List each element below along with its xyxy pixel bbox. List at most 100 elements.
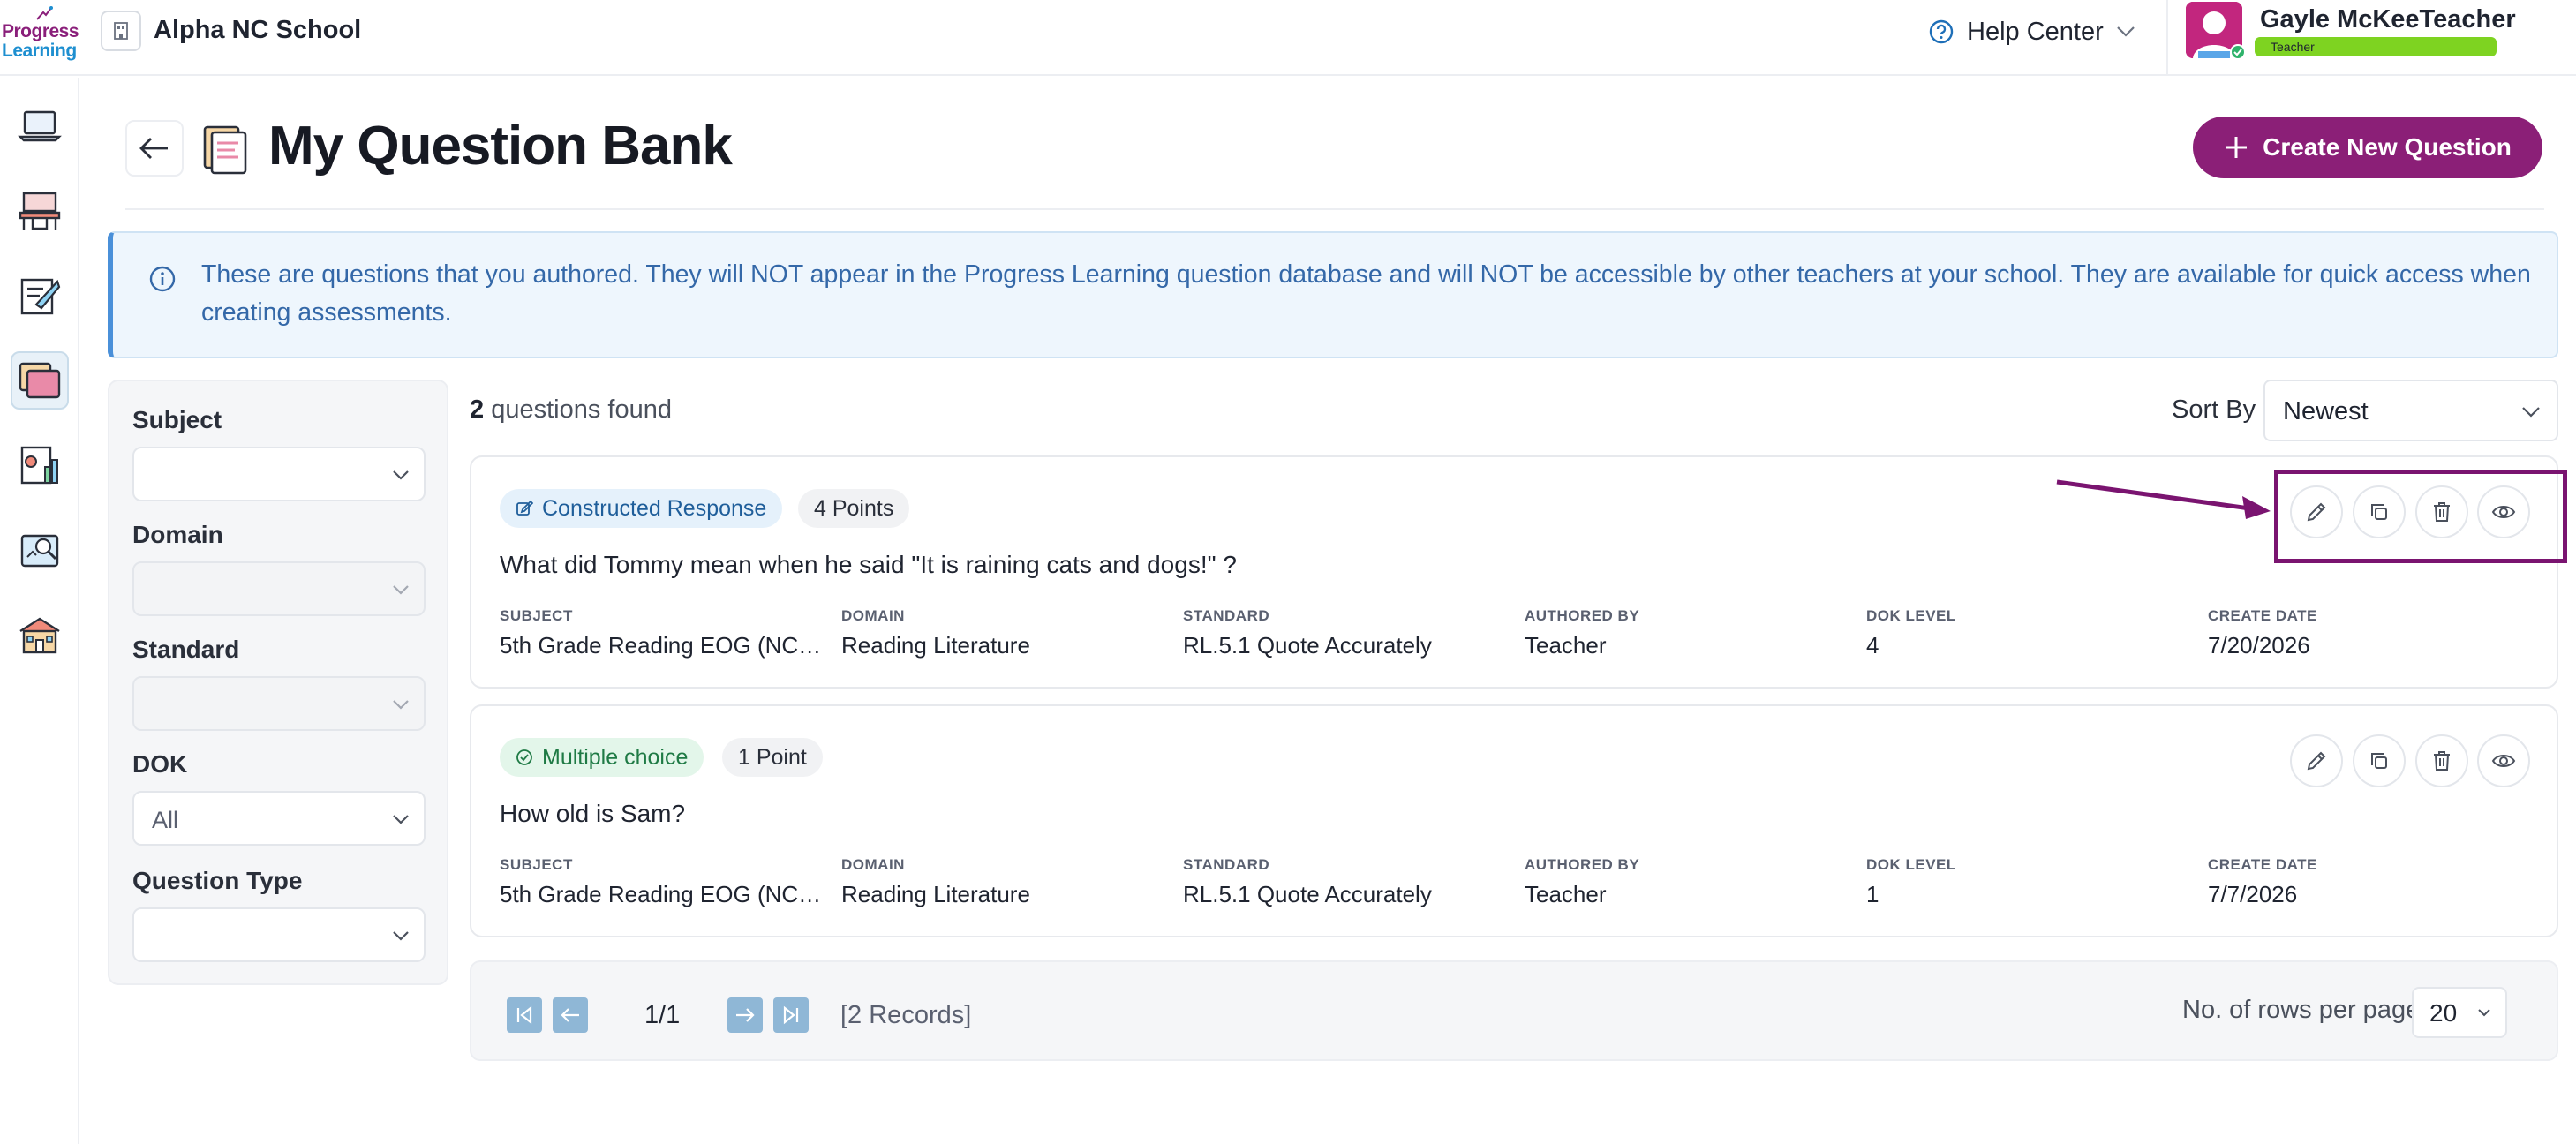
back-button[interactable] [125, 120, 184, 177]
progress-learning-logo[interactable]: Progress Learning [2, 5, 79, 61]
arrow-left-icon [139, 138, 168, 159]
meta-authored-by: AUTHORED BY Teacher [1525, 607, 1851, 659]
meta-subject: SUBJECT 5th Grade Reading EOG (NCS... [500, 607, 826, 659]
previous-page-button[interactable] [553, 997, 588, 1033]
pencil-icon [2307, 751, 2326, 771]
meta-standard-value: RL.5.1 Quote Accurately [1183, 881, 1432, 907]
create-new-question-button[interactable]: Create New Question [2193, 117, 2542, 178]
delete-button[interactable] [2415, 734, 2468, 787]
header-divider [125, 208, 2544, 210]
preview-button[interactable] [2477, 734, 2530, 787]
help-circle-icon [1929, 19, 1954, 44]
question-card[interactable]: Multiple choice 1 Point How old is Sam? … [470, 704, 2558, 937]
assignment-icon [20, 278, 61, 315]
chevron-down-icon [393, 470, 409, 480]
rows-per-page-value: 20 [2429, 999, 2458, 1027]
domain-select[interactable] [132, 561, 426, 616]
study-icon [20, 534, 59, 568]
meta-authored-by-value: Teacher [1525, 632, 1607, 659]
info-banner: These are questions that you authored. T… [108, 231, 2558, 358]
meta-standard: STANDARD RL.5.1 Quote Accurately [1183, 856, 1510, 908]
filter-panel: Subject Domain Standard DOK All Question… [108, 380, 448, 985]
rows-per-page-select[interactable]: 20 [2412, 987, 2507, 1038]
nav-question-bank[interactable] [11, 351, 69, 410]
rows-per-page-label: No. of rows per page [2182, 996, 2421, 1024]
nav-reports[interactable] [11, 436, 69, 494]
spark-icon [36, 6, 53, 20]
meta-domain-value: Reading Literature [841, 632, 1030, 659]
annotation-highlight-box [2274, 470, 2567, 563]
dok-label: DOK [132, 750, 188, 778]
standard-select[interactable] [132, 676, 426, 731]
chevron-down-icon [393, 815, 409, 824]
pagination-bar: 1/1 [2 Records] No. of rows per page 20 [470, 960, 2558, 1061]
question-type-label: Multiple choice [542, 744, 689, 770]
question-bank-icon [19, 362, 61, 399]
records-count: [2 Records] [840, 1001, 972, 1029]
meta-domain: DOMAIN Reading Literature [841, 607, 1168, 659]
nav-dashboard[interactable] [11, 97, 69, 155]
meta-subject-label: SUBJECT [500, 856, 573, 873]
school-switcher-button[interactable] [101, 11, 141, 51]
meta-authored-by-label: AUTHORED BY [1525, 607, 1640, 624]
points-tag: 1 Point [722, 738, 823, 777]
points-tag: 4 Points [798, 489, 910, 528]
info-banner-text: These are questions that you authored. T… [201, 260, 2531, 327]
meta-create-date: CREATE DATE 7/7/2026 [2208, 856, 2535, 908]
question-text: What did Tommy mean when he said "It is … [500, 551, 1237, 578]
meta-authored-by-label: AUTHORED BY [1525, 856, 1640, 873]
meta-authored-by-value: Teacher [1525, 881, 1607, 907]
user-name[interactable]: Gayle McKeeTeacher [2260, 5, 2516, 34]
meta-domain-label: DOMAIN [841, 607, 905, 624]
question-bank-header-icon [203, 125, 247, 175]
meta-subject-value: 5th Grade Reading EOG (NCS... [500, 632, 826, 659]
meta-domain-label: DOMAIN [841, 856, 905, 873]
subject-select[interactable] [132, 447, 426, 501]
duplicate-button[interactable] [2353, 734, 2406, 787]
next-page-button[interactable] [727, 997, 763, 1033]
last-page-icon [783, 1005, 799, 1025]
help-center-menu[interactable]: Help Center [1928, 14, 2135, 49]
meta-create-date-label: CREATE DATE [2208, 607, 2317, 624]
top-bar: Progress Learning Alpha NC School Help C… [0, 0, 2576, 76]
question-type-select[interactable] [132, 907, 426, 962]
edit-button[interactable] [2290, 734, 2343, 787]
check-circle-icon [516, 749, 532, 765]
online-status-icon [2230, 44, 2246, 60]
question-type-label: Constructed Response [542, 495, 767, 521]
meta-dok-level-label: DOK LEVEL [1866, 607, 1956, 624]
first-page-button[interactable] [507, 997, 542, 1033]
nav-classroom[interactable] [11, 182, 69, 240]
sort-select[interactable]: Newest [2263, 380, 2558, 441]
meta-dok-level-value: 1 [1866, 881, 1879, 907]
plus-icon [2226, 137, 2248, 158]
laptop-icon [18, 110, 62, 142]
question-type-tag: Multiple choice [500, 738, 704, 777]
nav-school[interactable] [11, 606, 69, 664]
annotation-arrow-icon [2056, 479, 2271, 519]
question-type-label: Question Type [132, 867, 303, 894]
meta-dok-level-label: DOK LEVEL [1866, 856, 1956, 873]
meta-dok-level: DOK LEVEL 4 [1866, 607, 2193, 659]
first-page-icon [516, 1005, 532, 1025]
logo-line-1: Progress [2, 21, 79, 41]
meta-authored-by: AUTHORED BY Teacher [1525, 856, 1851, 908]
question-type-tag: Constructed Response [500, 489, 783, 528]
arrow-left-icon [561, 1008, 579, 1022]
nav-study[interactable] [11, 521, 69, 579]
meta-domain: DOMAIN Reading Literature [841, 856, 1168, 908]
dok-select[interactable]: All [132, 791, 426, 846]
subject-label: Subject [132, 406, 222, 433]
chevron-down-icon [393, 700, 409, 710]
sort-select-value: Newest [2283, 397, 2369, 425]
eye-icon [2491, 755, 2516, 767]
meta-standard-value: RL.5.1 Quote Accurately [1183, 632, 1432, 659]
create-new-question-label: Create New Question [2263, 133, 2512, 161]
edit-square-icon [516, 500, 533, 516]
results-count-suffix: questions found [491, 395, 672, 424]
nav-assignments[interactable] [11, 267, 69, 325]
help-center-label: Help Center [1967, 17, 2104, 46]
meta-create-date-value: 7/20/2026 [2208, 632, 2310, 659]
last-page-button[interactable] [773, 997, 809, 1033]
role-badge: Teacher [2255, 37, 2497, 56]
